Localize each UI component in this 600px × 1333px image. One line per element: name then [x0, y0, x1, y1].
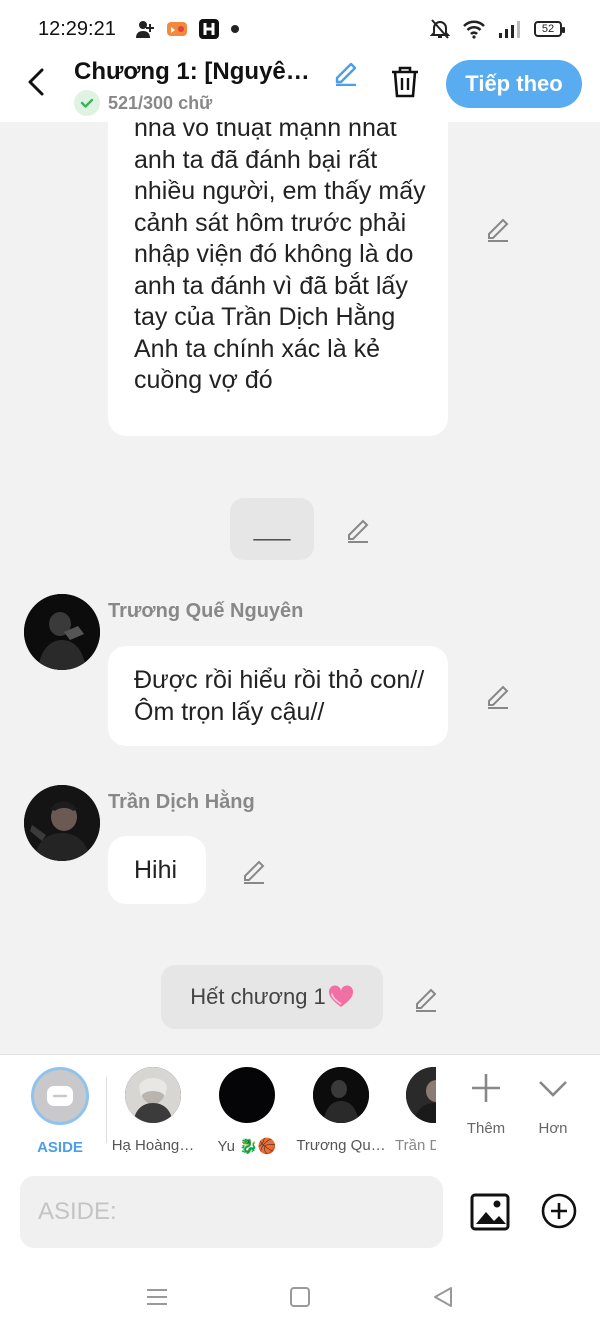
- avatar: [406, 1067, 436, 1123]
- character-name: Hạ Hoàng…: [111, 1137, 195, 1154]
- status-time: 12:29:21: [38, 18, 116, 40]
- avatar: [219, 1067, 275, 1123]
- message-bubble[interactable]: Được rồi hiểu rồi thỏ con// Ôm trọn lấy …: [108, 646, 448, 746]
- character-item[interactable]: Trương Qu…: [296, 1067, 386, 1154]
- next-button[interactable]: Tiếp theo: [446, 60, 582, 108]
- check-icon: [74, 90, 100, 116]
- h-app-icon: [199, 19, 219, 39]
- trash-icon[interactable]: [388, 64, 422, 100]
- game-app-icon: [167, 22, 187, 36]
- add-character-button[interactable]: Thêm: [456, 1071, 516, 1137]
- message-text: Được rồi hiểu rồi thỏ con// Ôm trọn lấy …: [134, 666, 425, 726]
- menu-icon[interactable]: [144, 1284, 170, 1310]
- character-name: ASIDE: [37, 1139, 83, 1156]
- character-name: Yu 🐉🏀: [217, 1138, 277, 1155]
- character-name: Trần D: [395, 1137, 436, 1154]
- edit-pencil-icon[interactable]: [484, 214, 512, 242]
- avatar: [313, 1067, 369, 1123]
- character-bar: ASIDE Hạ Hoàng… Yu 🐉🏀 Trương Qu… Trần D …: [0, 1054, 600, 1164]
- chat-area[interactable]: nha võ thuật mạnh nhất anh ta đã đánh bạ…: [0, 122, 600, 1054]
- sender-name: Trần Dịch Hằng: [108, 791, 255, 813]
- person-add-icon: [136, 21, 154, 38]
- editor-header: Chương 1: [Nguyên… Tiếp theo 521/300 chữ: [0, 56, 600, 122]
- edit-pencil-icon[interactable]: [240, 856, 268, 884]
- home-icon[interactable]: [287, 1284, 313, 1310]
- divider: [106, 1077, 107, 1143]
- chapter-title[interactable]: Chương 1: [Nguyên…: [74, 58, 324, 86]
- edit-pencil-icon[interactable]: [412, 984, 440, 1012]
- dot-icon: [231, 25, 239, 33]
- word-count-text: 521/300 chữ: [108, 92, 213, 113]
- character-item[interactable]: Hạ Hoàng…: [108, 1067, 198, 1154]
- battery-icon: 52: [534, 21, 565, 37]
- chevron-down-icon: [539, 1081, 567, 1097]
- bell-off-icon: [430, 19, 450, 39]
- image-icon[interactable]: [470, 1192, 510, 1232]
- status-bar: 12:29:21 52: [0, 0, 600, 56]
- message-text: nha võ thuật mạnh nhất anh ta đã đánh bạ…: [134, 122, 426, 394]
- character-item[interactable]: Yu 🐉🏀: [202, 1067, 292, 1155]
- more-button[interactable]: Hơn: [523, 1071, 583, 1137]
- aside-bubble[interactable]: Hết chương 1: [161, 965, 383, 1029]
- input-bar: [0, 1164, 600, 1260]
- system-nav-bar: [0, 1260, 600, 1333]
- avatar: [125, 1067, 181, 1123]
- aside-text: Hết chương 1: [190, 984, 326, 1009]
- back-triangle-icon[interactable]: [430, 1284, 456, 1310]
- aside-bubble[interactable]: ___: [230, 498, 314, 560]
- back-button[interactable]: [22, 66, 52, 98]
- character-item[interactable]: Trần D: [390, 1067, 436, 1154]
- avatar[interactable]: [24, 785, 100, 861]
- message-text: Hihi: [134, 856, 178, 884]
- message-bubble[interactable]: Hihi: [108, 836, 206, 904]
- status-left-icons: [134, 18, 240, 40]
- message-bubble[interactable]: nha võ thuật mạnh nhất anh ta đã đánh bạ…: [108, 122, 448, 436]
- edit-pencil-icon[interactable]: [484, 681, 512, 709]
- edit-pencil-icon[interactable]: [344, 515, 372, 543]
- edit-title-pencil-icon[interactable]: [332, 58, 360, 86]
- aside-avatar: [31, 1067, 89, 1125]
- avatar[interactable]: [24, 594, 100, 670]
- add-label: Thêm: [466, 1120, 506, 1137]
- heart-icon: [328, 985, 353, 1007]
- add-circle-icon[interactable]: [540, 1192, 578, 1230]
- signal-icon: [499, 21, 520, 38]
- aside-bubble-icon: [47, 1086, 73, 1106]
- sender-name: Trương Quế Nguyên: [108, 600, 304, 622]
- aside-text: ___: [253, 516, 291, 541]
- wifi-icon: [463, 20, 485, 39]
- more-label: Hơn: [538, 1120, 568, 1137]
- message-input[interactable]: [20, 1176, 443, 1248]
- status-right-icons: 52: [430, 18, 565, 40]
- character-name: Trương Qu…: [296, 1137, 386, 1154]
- character-aside[interactable]: ASIDE: [15, 1067, 105, 1156]
- word-count: 521/300 chữ: [74, 90, 212, 116]
- plus-icon: [472, 1074, 500, 1102]
